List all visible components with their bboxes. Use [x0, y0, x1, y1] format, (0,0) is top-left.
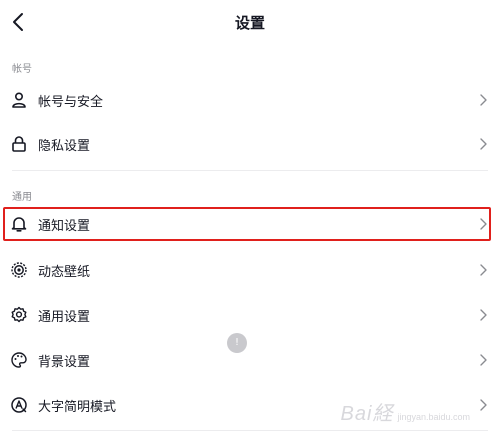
row-background[interactable]: 背景设置 [0, 340, 500, 380]
chevron-right-icon [480, 264, 487, 276]
chevron-right-icon [480, 309, 487, 321]
wallpaper-icon [11, 262, 27, 278]
watermark-logo: Bai経 jingyan.baidu.com [341, 397, 470, 426]
chevron-right-icon [480, 94, 487, 106]
chevron-right-icon [480, 138, 487, 150]
list-divider [12, 430, 488, 431]
row-label: 帐号与安全 [38, 95, 104, 110]
section-label-general: 通用 [12, 192, 32, 203]
row-label: 大字简明模式 [38, 400, 117, 415]
row-general-settings[interactable]: 通用设置 [0, 295, 500, 335]
row-label: 隐私设置 [38, 139, 91, 154]
scroll-indicator: ! [227, 333, 247, 353]
row-label: 通知设置 [38, 219, 91, 234]
nav-bar: 设置 [0, 0, 500, 46]
palette-icon [11, 352, 27, 368]
row-account-security[interactable]: 帐号与安全 [0, 80, 500, 120]
chevron-right-icon [480, 354, 487, 366]
gear-icon [11, 306, 27, 323]
page-title: 设置 [234, 14, 265, 32]
watermark-sub: jingyan.baidu.com [397, 412, 470, 422]
large-text-icon [11, 397, 27, 413]
user-icon [12, 92, 26, 108]
row-label: 动态壁纸 [38, 265, 91, 280]
watermark-brand: Bai経 [340, 403, 394, 425]
row-label: 背景设置 [38, 355, 91, 370]
section-divider [12, 170, 488, 171]
row-notifications[interactable]: 通知设置 [0, 204, 500, 244]
chevron-right-icon [480, 218, 487, 230]
row-privacy[interactable]: 隐私设置 [0, 124, 500, 164]
section-label-account: 帐号 [12, 64, 32, 75]
bell-icon [11, 217, 27, 232]
lock-icon [12, 136, 26, 152]
row-label: 通用设置 [38, 310, 91, 325]
chevron-right-icon [480, 399, 487, 411]
row-live-wallpaper[interactable]: 动态壁纸 [0, 250, 500, 290]
